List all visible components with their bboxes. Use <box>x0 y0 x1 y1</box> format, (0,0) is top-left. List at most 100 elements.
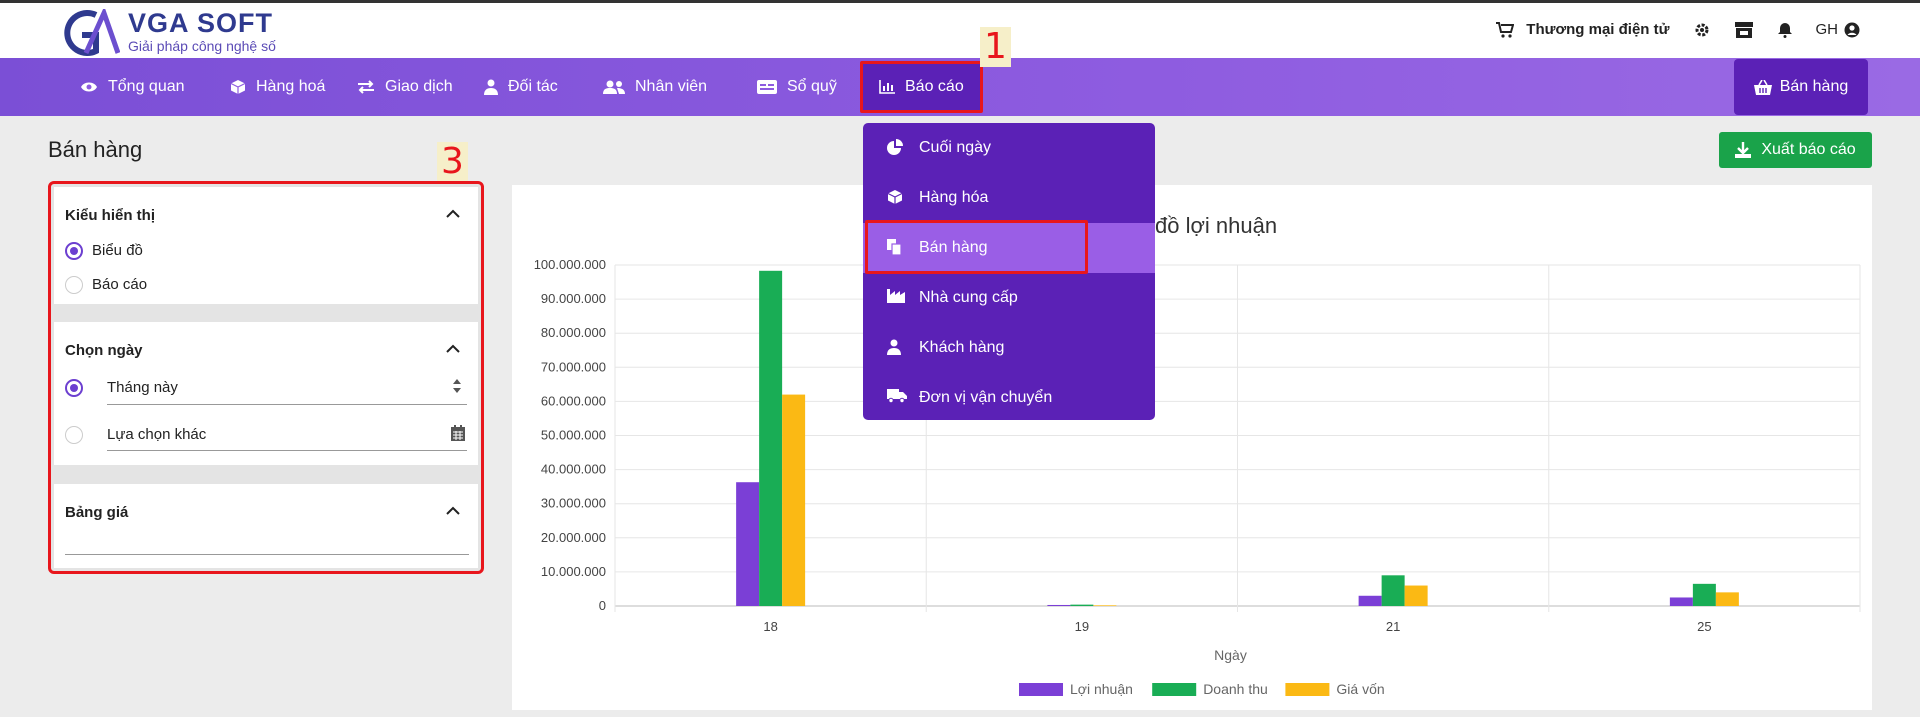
y-tick-label: 30.000.000 <box>541 496 606 511</box>
eye-icon <box>81 82 97 92</box>
dd-customers[interactable]: Khách hàng <box>863 323 1155 373</box>
x-tick-label: 18 <box>763 619 777 634</box>
brand-tagline: Giải pháp công nghệ số <box>128 38 276 54</box>
logo-mark-icon <box>64 9 120 56</box>
legend-label: Doanh thu <box>1203 681 1268 697</box>
store-button[interactable] <box>1734 21 1754 38</box>
callout-1: 1 <box>980 27 1011 67</box>
radio-this-month[interactable] <box>65 379 83 397</box>
dd-active-extension <box>1088 223 1154 272</box>
ecommerce-label: Thương mại điện tử <box>1526 21 1670 38</box>
x-axis-label: Ngày <box>1214 647 1247 663</box>
settings-button[interactable] <box>1694 22 1710 38</box>
bar-chart-icon <box>879 80 895 94</box>
this-month-underline <box>107 404 467 405</box>
radio-report[interactable] <box>65 276 83 294</box>
chevron-up-icon[interactable] <box>446 209 460 218</box>
sell-button-label: Bán hàng <box>1779 78 1849 95</box>
nav-cashbook[interactable]: Sổ quỹ <box>757 58 837 116</box>
bar-Lợi nhuận <box>1358 595 1382 606</box>
display-type-title: Kiểu hiển thị <box>65 207 155 224</box>
export-report-label: Xuất báo cáo <box>1761 141 1856 158</box>
custom-date-input[interactable]: Lựa chọn khác <box>107 426 206 443</box>
brand-logo[interactable]: VGA SOFT Giải pháp công nghệ số <box>52 9 276 57</box>
calendar-icon[interactable] <box>451 425 465 441</box>
nav-products[interactable]: Hàng hoá <box>230 58 325 116</box>
radio-custom-date[interactable] <box>65 426 83 444</box>
dd-active-highlight <box>865 220 1088 274</box>
date-title: Chọn ngày <box>65 342 143 359</box>
dd-end-of-day[interactable]: Cuối ngày <box>863 123 1155 173</box>
legend-swatch <box>1285 683 1330 696</box>
nav-transactions[interactable]: Giao dịch <box>357 58 453 116</box>
chevron-up-icon[interactable] <box>446 506 460 515</box>
bar-Doanh thu <box>759 270 783 606</box>
dd-suppliers-label: Nhà cung cấp <box>919 289 1018 306</box>
nav-staff-label: Nhân viên <box>635 78 708 95</box>
display-type-card: Kiểu hiển thị Biểu đồ Báo cáo <box>54 187 478 304</box>
y-tick-label: 10.000.000 <box>541 564 606 579</box>
dd-products[interactable]: Hàng hóa <box>863 173 1155 223</box>
dd-customers-label: Khách hàng <box>919 339 1005 356</box>
bar-Giá vốn <box>1715 592 1739 606</box>
brand-name: VGA SOFT <box>128 8 274 38</box>
dd-suppliers[interactable]: Nhà cung cấp <box>863 273 1155 323</box>
user-circle-icon <box>1844 22 1860 37</box>
sell-button[interactable]: Bán hàng <box>1734 59 1868 115</box>
x-tick-label: 21 <box>1386 619 1400 634</box>
bar-Lợi nhuận <box>736 482 760 606</box>
bar-Giá vốn <box>782 394 806 606</box>
user-menu[interactable]: GH <box>1816 21 1861 38</box>
cart-icon <box>1496 21 1515 38</box>
nav-staff[interactable]: Nhân viên <box>603 58 707 116</box>
profit-chart: 0 10.000.000 20.000.000 30.000.000 40.000.00… <box>534 257 1861 697</box>
notifications-button[interactable] <box>1777 22 1792 38</box>
gear-icon <box>1695 23 1708 36</box>
bar-Lợi nhuận <box>1669 597 1693 606</box>
legend-label: Lợi nhuận <box>1070 681 1133 697</box>
industry-icon <box>887 289 905 303</box>
top-bar: VGA SOFT Giải pháp công nghệ số Thương m… <box>0 0 1920 58</box>
exchange-icon <box>358 80 374 94</box>
price-list-select[interactable] <box>65 554 469 555</box>
sort-icon <box>453 379 461 393</box>
x-tick-label: 19 <box>1075 619 1089 634</box>
main-nav: Tổng quan Hàng hoá Giao dịch Đối tác Nhâ… <box>0 58 1920 116</box>
nav-overview-label: Tổng quan <box>108 78 185 95</box>
legend-swatch <box>1019 683 1063 696</box>
x-tick-label: 25 <box>1697 619 1711 634</box>
bar-Giá vốn <box>1404 585 1428 606</box>
bell-icon <box>1777 22 1792 38</box>
nav-partners-label: Đối tác <box>508 78 558 95</box>
bar-Doanh thu <box>1381 575 1405 606</box>
this-month-select[interactable]: Tháng này <box>107 379 178 396</box>
y-tick-label: 90.000.000 <box>541 291 606 306</box>
radio-chart[interactable] <box>65 242 83 260</box>
basket-icon <box>1753 79 1772 95</box>
nav-overview[interactable]: Tổng quan <box>80 58 185 116</box>
nav-partners[interactable]: Đối tác <box>484 58 558 116</box>
user-initials: GH <box>1815 21 1839 38</box>
export-report-button[interactable]: Xuất báo cáo <box>1719 132 1872 168</box>
box-icon <box>230 80 246 94</box>
ecommerce-link[interactable]: Thương mại điện tử <box>1496 21 1670 38</box>
store-icon <box>1734 21 1753 38</box>
nav-reports[interactable]: Báo cáo <box>860 61 983 113</box>
nav-transactions-label: Giao dịch <box>385 78 453 95</box>
y-tick-label: 20.000.000 <box>541 530 606 545</box>
y-tick-label: 50.000.000 <box>541 428 606 443</box>
dd-shipping-label: Đơn vị vận chuyển <box>919 389 1053 406</box>
dd-end-of-day-label: Cuối ngày <box>919 139 992 156</box>
price-list-card: Bảng giá <box>54 484 478 568</box>
bar-Doanh thu <box>1692 583 1716 606</box>
nav-reports-label: Báo cáo <box>905 78 964 95</box>
option-report-label: Báo cáo <box>92 276 148 293</box>
chevron-up-icon[interactable] <box>446 344 460 353</box>
dd-products-label: Hàng hóa <box>919 189 989 206</box>
y-tick-label: 100.000.000 <box>534 257 606 272</box>
pie-chart-icon <box>887 139 903 155</box>
callout-3: 3 <box>437 142 468 182</box>
bar-Doanh thu <box>1070 604 1094 606</box>
bar-Giá vốn <box>1093 605 1117 606</box>
dd-shipping[interactable]: Đơn vị vận chuyển <box>863 373 1155 423</box>
